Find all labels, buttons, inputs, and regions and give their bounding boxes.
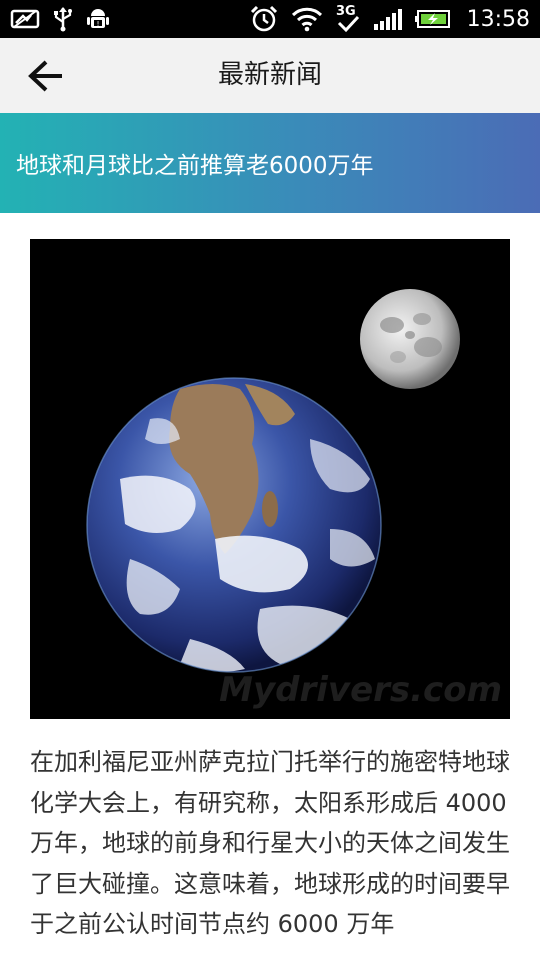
status-bar-left: ! <box>10 6 110 32</box>
back-button[interactable] <box>18 50 74 102</box>
wifi-icon <box>291 6 323 32</box>
article-headline: 地球和月球比之前推算老6000万年 <box>16 153 374 179</box>
status-time: 13:58 <box>466 6 530 32</box>
article-body: 在加利福尼亚州萨克拉门托举行的施密特地球化学大会上，有研究称，太阳系形成后 40… <box>30 748 510 938</box>
status-bar: ! 3G 13:58 <box>0 0 540 38</box>
alarm-icon <box>249 4 279 34</box>
screenshot-icon <box>10 8 40 30</box>
image-watermark: Mydrivers.com <box>219 670 502 710</box>
status-bar-right: 3G 13:58 <box>249 3 530 35</box>
app-bar: 最新新闻 <box>0 38 540 114</box>
battery-charging-icon <box>414 9 451 29</box>
android-debug-icon: ! <box>86 6 110 32</box>
network-3g-icon: 3G <box>335 3 361 35</box>
signal-icon <box>373 7 403 31</box>
usb-icon <box>52 6 74 32</box>
arrow-left-icon <box>28 60 62 92</box>
article-image: Mydrivers.com <box>30 239 510 719</box>
earth-moon-illustration: Mydrivers.com <box>30 239 510 719</box>
moon <box>360 289 460 389</box>
svg-text:3G: 3G <box>336 4 356 19</box>
page-title: 最新新闻 <box>217 60 322 90</box>
headline-banner: 地球和月球比之前推算老6000万年 <box>0 113 540 213</box>
svg-text:!: ! <box>97 20 100 28</box>
earth <box>86 377 382 673</box>
